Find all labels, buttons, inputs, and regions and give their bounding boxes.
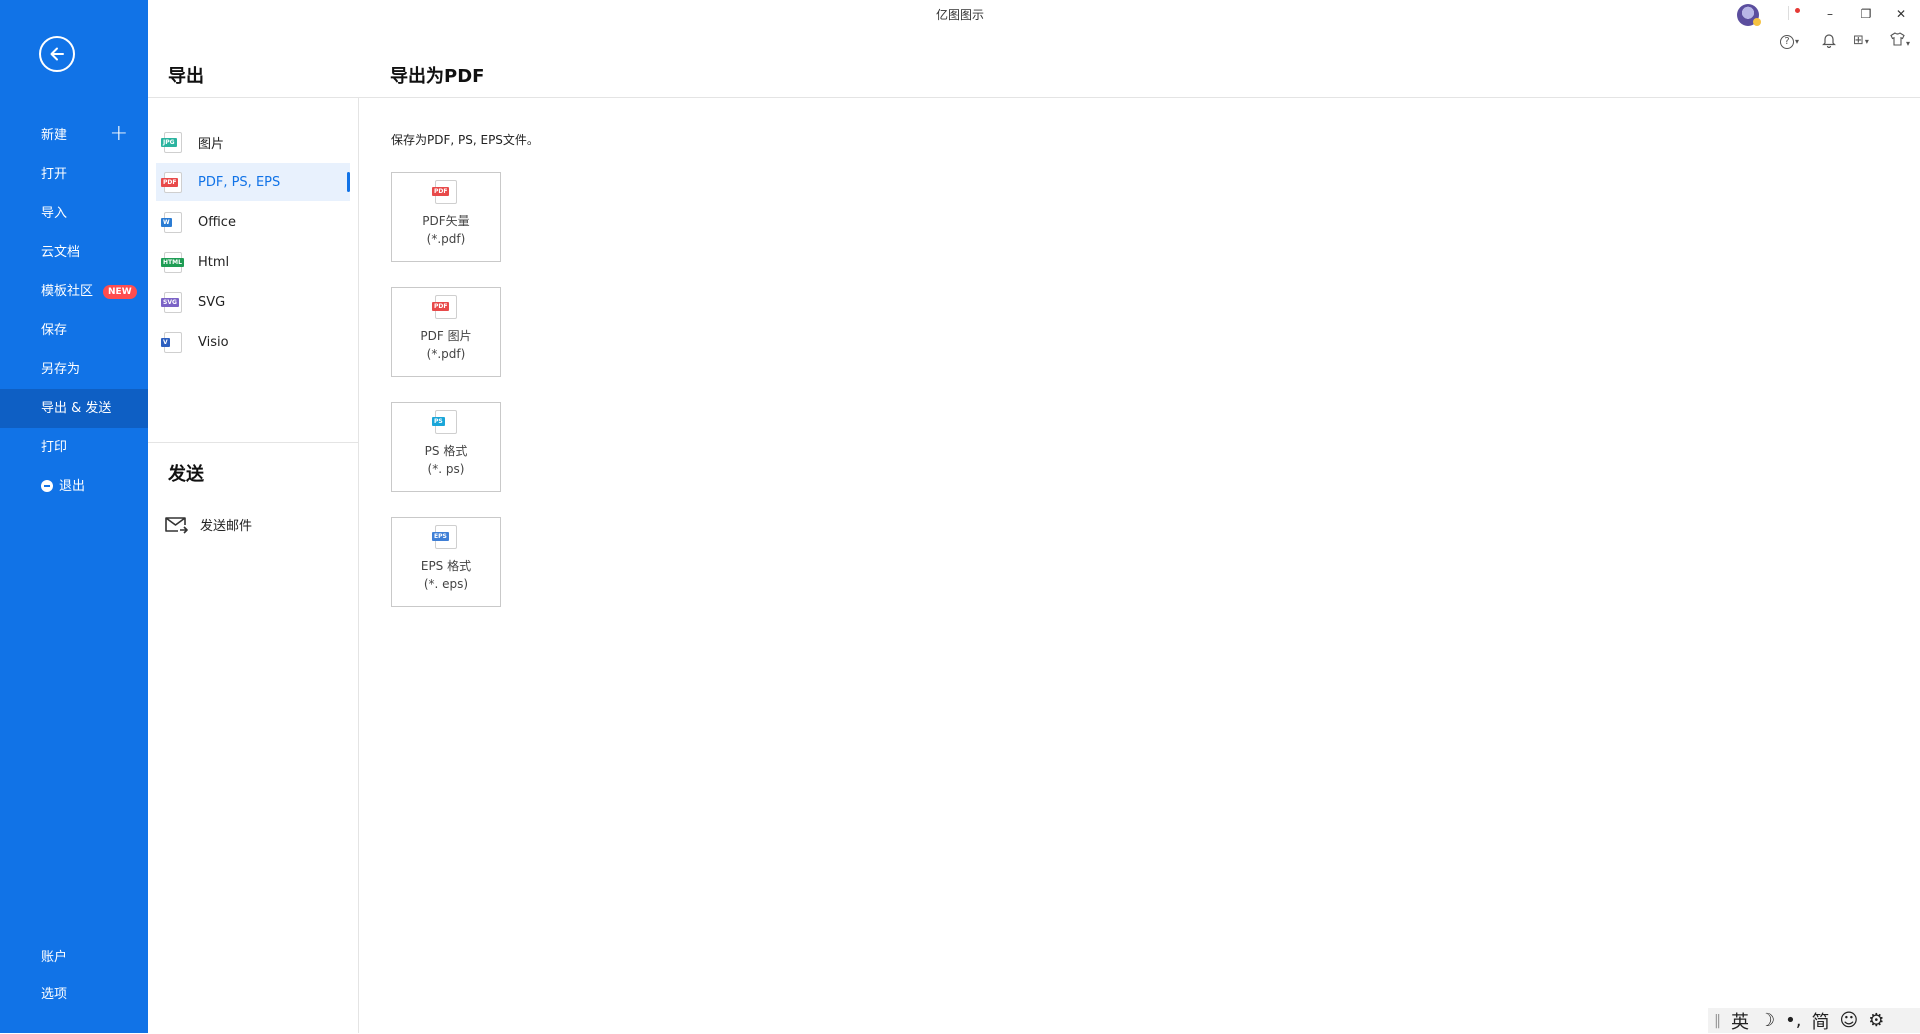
sidebar-item-exit[interactable]: 退出 [0, 467, 148, 506]
format-item-label: 图片 [198, 136, 225, 152]
sidebar-item-export-send[interactable]: 导出 & 发送 [0, 389, 148, 428]
ime-toolbar: ‖ 英 ☽ •, 简 ☺ ⚙ [1708, 1008, 1920, 1033]
card-label: PDF 图片 (*.pdf) [420, 329, 472, 361]
avatar[interactable] [1737, 4, 1761, 26]
eps-file-icon: EPS [432, 525, 457, 549]
export-card-pdf-image[interactable]: PDF PDF 图片 (*.pdf) [391, 287, 501, 377]
sidebar-item-label: 退出 [59, 479, 86, 494]
close-button[interactable]: ✕ [1888, 4, 1914, 24]
sidebar-item-label: 账户 [41, 950, 68, 965]
sidebar-item-label: 另存为 [41, 362, 81, 377]
format-item-label: Office [198, 214, 236, 230]
card-label: EPS 格式 (*. eps) [420, 559, 472, 591]
punctuation-icon[interactable]: •, [1785, 1010, 1801, 1031]
sidebar-item-save-as[interactable]: 另存为 [0, 350, 148, 389]
apps-menu[interactable]: ⊞▾ [1853, 32, 1869, 50]
chevron-down-icon: ▾ [1906, 39, 1911, 48]
section-divider [148, 442, 358, 443]
sidebar-item-account[interactable]: 账户 [0, 938, 148, 977]
smiley-icon[interactable]: ☺ [1839, 1010, 1858, 1031]
export-panel-title: 导出 [168, 66, 204, 87]
sidebar-item-label: 新建 [41, 128, 68, 143]
minus-circle-icon [41, 479, 53, 492]
sidebar-item-label: 云文档 [41, 245, 81, 260]
format-item-image[interactable]: JPG 图片 [156, 123, 350, 161]
ime-handle[interactable]: ‖ [1714, 1013, 1721, 1029]
visio-file-icon: V [161, 331, 182, 353]
format-item-html[interactable]: HTML Html [156, 243, 350, 281]
back-button[interactable] [39, 36, 75, 72]
sidebar-item-import[interactable]: 导入 [0, 194, 148, 233]
bell-icon [1822, 34, 1836, 49]
sidebar-item-save[interactable]: 保存 [0, 311, 148, 350]
sidebar-item-cloud-docs[interactable]: 云文档 [0, 233, 148, 272]
sidebar-item-label: 打印 [41, 440, 68, 455]
plus-icon[interactable]: + [110, 116, 128, 152]
send-email-item[interactable]: 发送邮件 [164, 515, 252, 534]
chevron-down-icon: ▾ [1795, 37, 1800, 46]
format-item-office[interactable]: W Office [156, 203, 350, 241]
apps-grid-icon: ⊞ [1853, 33, 1864, 48]
send-email-label: 发送邮件 [200, 519, 253, 534]
sidebar-item-label: 保存 [41, 323, 68, 338]
left-sidebar: 新建 + 打开 导入 云文档 模板社区 NEW 保存 另存为 导出 & 发送 打印… [0, 0, 148, 1033]
sidebar-item-label: 导入 [41, 206, 68, 221]
notifications-button[interactable] [1822, 32, 1836, 50]
help-icon: ? [1780, 35, 1794, 49]
sidebar-item-label: 选项 [41, 987, 68, 1002]
format-item-label: SVG [198, 294, 226, 310]
card-label: PDF矢量 (*.pdf) [422, 214, 470, 246]
sidebar-item-options[interactable]: 选项 [0, 975, 148, 1014]
content-title: 导出为PDF [390, 66, 485, 87]
theme-menu[interactable]: ▾ [1890, 32, 1910, 50]
mail-send-icon [165, 516, 188, 534]
format-item-visio[interactable]: V Visio [156, 323, 350, 361]
arrow-left-icon [50, 47, 64, 61]
send-section-title: 发送 [168, 464, 204, 485]
format-item-svg[interactable]: SVG SVG [156, 283, 350, 321]
ime-english-toggle[interactable]: 英 [1731, 1008, 1749, 1034]
svg-file-icon: SVG [161, 291, 182, 313]
new-badge: NEW [103, 284, 137, 299]
sidebar-item-label: 导出 & 发送 [41, 401, 112, 416]
ps-file-icon: PS [432, 410, 457, 434]
export-card-ps[interactable]: PS PS 格式 (*. ps) [391, 402, 501, 492]
export-card-pdf-vector[interactable]: PDF PDF矢量 (*.pdf) [391, 172, 501, 262]
format-item-pdf-ps-eps[interactable]: PDF PDF, PS, EPS [156, 163, 350, 201]
notification-dot [1795, 8, 1800, 13]
shirt-icon [1890, 32, 1905, 46]
panel-divider [358, 97, 359, 1033]
format-item-label: Html [198, 254, 230, 270]
gear-icon[interactable]: ⚙ [1868, 1010, 1884, 1031]
format-item-label: Visio [198, 334, 229, 350]
sidebar-item-label: 打开 [41, 167, 68, 182]
moon-icon[interactable]: ☽ [1759, 1010, 1775, 1031]
pdf-file-icon: PDF [161, 171, 182, 193]
export-card-eps[interactable]: EPS EPS 格式 (*. eps) [391, 517, 501, 607]
help-menu[interactable]: ? ▾ [1780, 32, 1799, 50]
content-description: 保存为PDF, PS, EPS文件。 [391, 133, 539, 147]
window-title: 亿图图示 [935, 8, 984, 22]
minimize-button[interactable]: – [1817, 4, 1843, 24]
jpg-file-icon: JPG [161, 131, 182, 153]
sidebar-item-template-community[interactable]: 模板社区 NEW [0, 272, 148, 311]
card-label: PS 格式 (*. ps) [424, 444, 468, 476]
sidebar-item-open[interactable]: 打开 [0, 155, 148, 194]
sidebar-item-new[interactable]: 新建 + [0, 116, 148, 155]
chevron-down-icon: ▾ [1864, 37, 1869, 46]
ime-simplified-toggle[interactable]: 简 [1811, 1008, 1829, 1034]
sidebar-item-print[interactable]: 打印 [0, 428, 148, 467]
header-divider [148, 97, 1920, 98]
format-item-label: PDF, PS, EPS [198, 174, 281, 190]
pdf-file-icon: PDF [432, 180, 457, 204]
word-file-icon: W [161, 211, 182, 233]
html-file-icon: HTML [161, 251, 184, 273]
sidebar-item-label: 模板社区 [41, 284, 94, 299]
pdf-file-icon: PDF [432, 295, 457, 319]
title-separator [1788, 6, 1789, 20]
restore-button[interactable]: ❐ [1853, 4, 1879, 24]
